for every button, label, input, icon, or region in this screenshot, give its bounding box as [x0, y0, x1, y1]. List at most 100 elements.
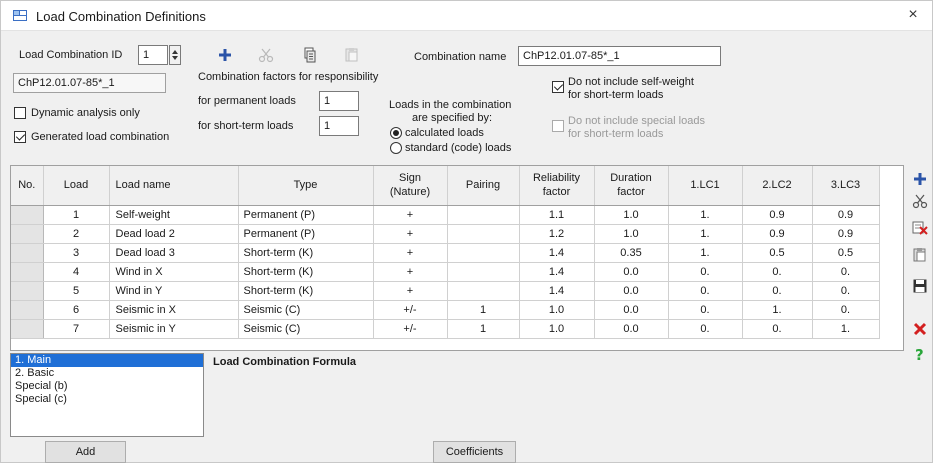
paste-button[interactable]: [341, 44, 363, 66]
lc3-cell[interactable]: 0.9: [812, 224, 880, 244]
load-name-cell[interactable]: Seismic in X: [109, 300, 239, 320]
lc3-cell[interactable]: 0.5: [812, 243, 880, 263]
type-cell[interactable]: Short-term (K): [237, 243, 374, 263]
row-header-cell[interactable]: [11, 281, 44, 301]
pairing-cell[interactable]: 1: [447, 319, 520, 339]
sign-cell[interactable]: +: [372, 262, 448, 282]
spin-down-icon[interactable]: [172, 56, 178, 60]
duration-cell[interactable]: 0.0: [594, 300, 669, 320]
help-button[interactable]: ?: [909, 344, 931, 364]
row-header-cell[interactable]: [11, 224, 44, 244]
type-cell[interactable]: Short-term (K): [237, 262, 374, 282]
lc1-cell[interactable]: 0.: [668, 300, 743, 320]
type-cell[interactable]: Permanent (P): [237, 205, 374, 225]
load-name-cell[interactable]: Seismic in Y: [109, 319, 239, 339]
load-cell[interactable]: 2: [43, 224, 110, 244]
load-cell[interactable]: 6: [43, 300, 110, 320]
delete-row-button[interactable]: [909, 218, 931, 238]
lc-id-input[interactable]: 1: [138, 45, 168, 65]
pairing-cell[interactable]: [447, 262, 520, 282]
cut-row-button[interactable]: [909, 191, 931, 211]
coefficients-button[interactable]: Coefficients: [433, 441, 516, 463]
add-button[interactable]: [214, 44, 236, 66]
lc1-cell[interactable]: 0.: [668, 262, 743, 282]
generated-checkbox[interactable]: [14, 131, 26, 143]
sign-cell[interactable]: +: [372, 281, 448, 301]
copy-button[interactable]: [299, 44, 321, 66]
sign-cell[interactable]: +/-: [372, 319, 448, 339]
duration-cell[interactable]: 0.0: [594, 281, 669, 301]
type-cell[interactable]: Seismic (C): [237, 319, 374, 339]
radio-standard-loads[interactable]: [390, 142, 402, 154]
row-header-cell[interactable]: [11, 262, 44, 282]
add-row-button[interactable]: [909, 169, 931, 189]
lc3-cell[interactable]: 0.: [812, 281, 880, 301]
load-cell[interactable]: 1: [43, 205, 110, 225]
load-name-cell[interactable]: Dead load 2: [109, 224, 239, 244]
lc2-cell[interactable]: 0.5: [742, 243, 813, 263]
table-row[interactable]: 5 Wind in Y Short-term (K) +1.4 0.0 0. 0. 0.: [11, 281, 880, 301]
table-row[interactable]: 6 Seismic in X Seismic (C) +/- 1 1.0 0.0 0. 1. 0.: [11, 300, 880, 320]
permanent-factor-input[interactable]: 1: [319, 91, 359, 111]
radio-calculated-loads[interactable]: [390, 127, 402, 139]
reliability-cell[interactable]: 1.4: [519, 243, 595, 263]
load-name-cell[interactable]: Wind in Y: [109, 281, 239, 301]
list-item[interactable]: Special (c): [11, 393, 203, 406]
reliability-cell[interactable]: 1.0: [519, 300, 595, 320]
table-row[interactable]: 1 Self-weight Permanent (P) +1.1 1.0 1. 0.9 0.9: [11, 205, 880, 225]
lc1-cell[interactable]: 0.: [668, 281, 743, 301]
load-cell[interactable]: 4: [43, 262, 110, 282]
load-name-cell[interactable]: Dead load 3: [109, 243, 239, 263]
type-cell[interactable]: Seismic (C): [237, 300, 374, 320]
cut-button[interactable]: [255, 44, 277, 66]
lc1-cell[interactable]: 1.: [668, 205, 743, 225]
row-header-cell[interactable]: [11, 243, 44, 263]
duration-cell[interactable]: 1.0: [594, 224, 669, 244]
type-cell[interactable]: Short-term (K): [237, 281, 374, 301]
sign-cell[interactable]: +: [372, 205, 448, 225]
list-item[interactable]: 2. Basic: [11, 367, 203, 380]
save-button[interactable]: [909, 276, 931, 296]
pairing-cell[interactable]: 1: [447, 300, 520, 320]
row-header-cell[interactable]: [11, 205, 44, 225]
no-special-checkbox[interactable]: [552, 120, 564, 132]
type-cell[interactable]: Permanent (P): [237, 224, 374, 244]
lc2-cell[interactable]: 0.9: [742, 224, 813, 244]
lc1-cell[interactable]: 1.: [668, 243, 743, 263]
table-row[interactable]: 2 Dead load 2 Permanent (P) +1.2 1.0 1. 0.9 0.9: [11, 224, 880, 244]
lc-id-stepper[interactable]: [169, 45, 181, 65]
reliability-cell[interactable]: 1.2: [519, 224, 595, 244]
lc2-cell[interactable]: 1.: [742, 300, 813, 320]
load-cell[interactable]: 5: [43, 281, 110, 301]
duration-cell[interactable]: 1.0: [594, 205, 669, 225]
load-name-cell[interactable]: Wind in X: [109, 262, 239, 282]
pairing-cell[interactable]: [447, 205, 520, 225]
close-icon[interactable]: ×: [904, 6, 922, 24]
table-row[interactable]: 3 Dead load 3 Short-term (K) +1.4 0.35 1. 0.5 0…: [11, 243, 880, 263]
lc2-cell[interactable]: 0.: [742, 281, 813, 301]
formula-type-list[interactable]: 1. Main 2. Basic Special (b) Special (c): [10, 353, 204, 437]
close-red-button[interactable]: [909, 319, 931, 339]
lc2-cell[interactable]: 0.: [742, 319, 813, 339]
add-formula-button[interactable]: Add: [45, 441, 126, 463]
lc1-cell[interactable]: 1.: [668, 224, 743, 244]
duration-cell[interactable]: 0.0: [594, 319, 669, 339]
lc3-cell[interactable]: 1.: [812, 319, 880, 339]
lc3-cell[interactable]: 0.9: [812, 205, 880, 225]
sign-cell[interactable]: +: [372, 224, 448, 244]
pairing-cell[interactable]: [447, 281, 520, 301]
pairing-cell[interactable]: [447, 224, 520, 244]
lc2-cell[interactable]: 0.9: [742, 205, 813, 225]
lc3-cell[interactable]: 0.: [812, 262, 880, 282]
paste-row-button[interactable]: [909, 245, 931, 265]
row-header-cell[interactable]: [11, 300, 44, 320]
load-name-cell[interactable]: Self-weight: [109, 205, 239, 225]
table-row[interactable]: 4 Wind in X Short-term (K) +1.4 0.0 0. 0. 0.: [11, 262, 880, 282]
sign-cell[interactable]: +/-: [372, 300, 448, 320]
reliability-cell[interactable]: 1.1: [519, 205, 595, 225]
reliability-cell[interactable]: 1.4: [519, 262, 595, 282]
dynamic-only-checkbox[interactable]: [14, 107, 26, 119]
load-cell[interactable]: 7: [43, 319, 110, 339]
duration-cell[interactable]: 0.0: [594, 262, 669, 282]
shortterm-factor-input[interactable]: 1: [319, 116, 359, 136]
